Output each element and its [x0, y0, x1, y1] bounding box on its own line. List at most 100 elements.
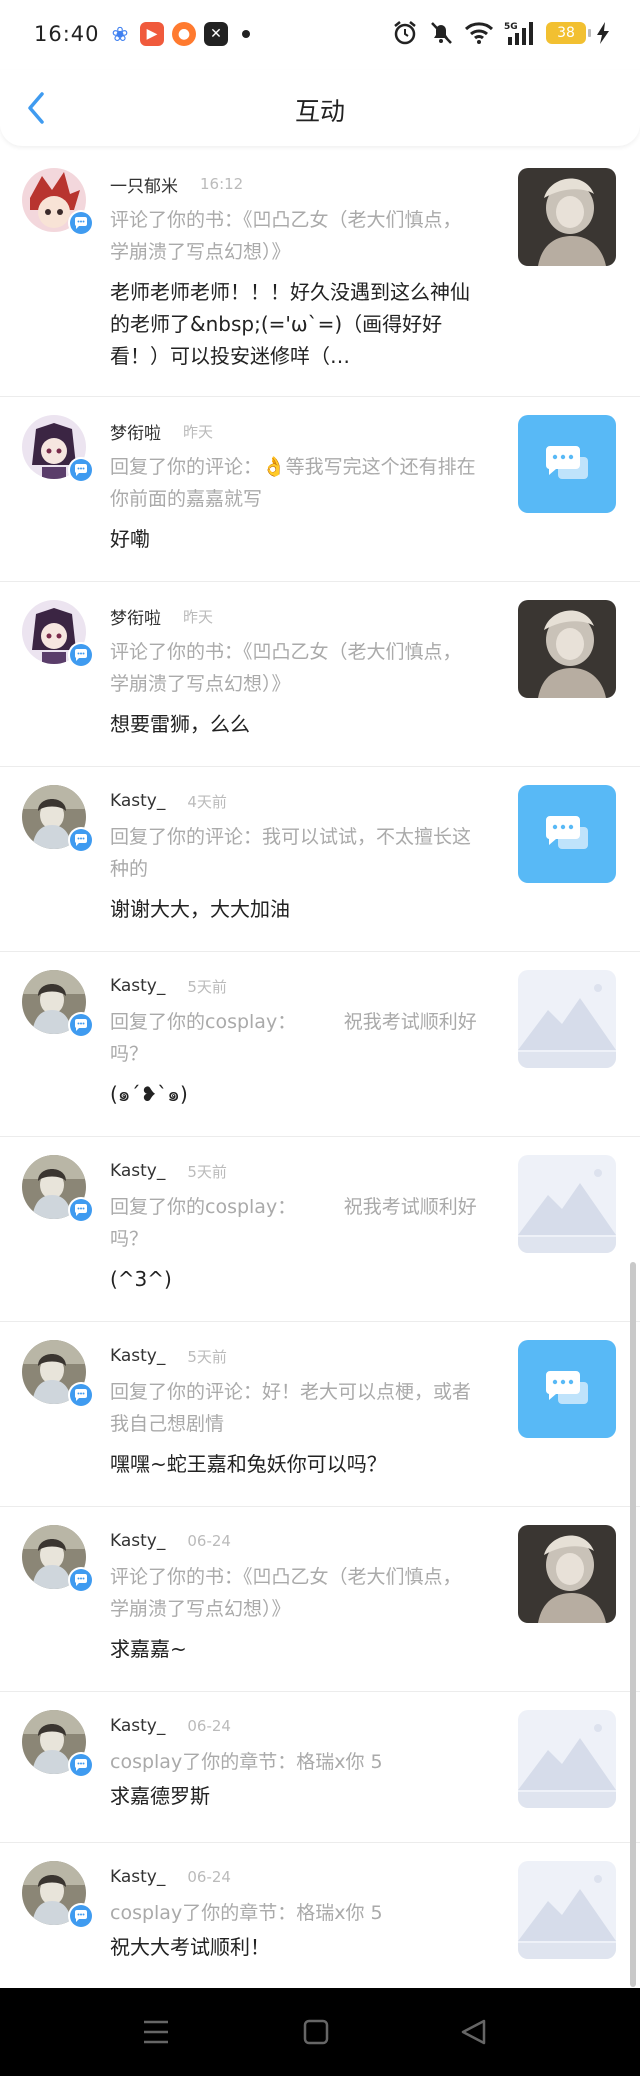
list-item[interactable]: Kasty_ 4天前 回复了你的评论：我可以试试，不太擅长这种的 谢谢大大，大大加… — [0, 767, 640, 952]
action-text: cosplay了你的章节：格瑞x你 5 — [110, 1751, 383, 1773]
status-time: 16:40 — [34, 22, 100, 46]
image-placeholder-thumbnail[interactable] — [518, 1155, 616, 1253]
mountain-placeholder-icon — [518, 970, 616, 1068]
item-content: Kasty_ 4天前 回复了你的评论：我可以试试，不太擅长这种的 谢谢大大，大大加… — [110, 787, 480, 925]
alarm-icon — [394, 21, 416, 45]
user-name[interactable]: 一只郁米 — [110, 172, 178, 197]
item-content: Kasty_ 5天前 回复了你的评论：好！老大可以点梗，或者我自己想剧情 嘿嘿~蛇… — [110, 1342, 480, 1480]
item-content: Kasty_ 06-24 cosplay了你的章节：格瑞x你 5 求嘉德罗斯 — [110, 1712, 480, 1812]
list-item[interactable]: Kasty_ 06-24 评论了你的书：《凹凸乙女（老大们慎点，学崩溃了写点幻想）… — [0, 1507, 640, 1692]
notification-icons: ❀ ▶ ● ✕ — [108, 22, 250, 46]
svg-text:5G: 5G — [504, 22, 518, 32]
image-placeholder-thumbnail[interactable] — [518, 1861, 616, 1959]
user-name[interactable]: Kasty_ — [110, 1716, 165, 1736]
action-text: 回复了你的评论：我可以试试，不太擅长这种的 — [110, 826, 472, 880]
wifi-icon — [464, 22, 494, 44]
chat-bubble-icon — [74, 834, 87, 846]
chat-bubble-icon — [74, 1019, 87, 1031]
book-cover-thumbnail[interactable] — [518, 1525, 616, 1623]
interaction-list: 一只郁米 16:12 评论了你的书：《凹凸乙女（老大们慎点，学崩溃了写点幻想）》 … — [0, 150, 640, 1993]
mountain-placeholder-icon — [518, 1861, 616, 1959]
item-time: 5天前 — [187, 1162, 227, 1181]
message-text: 谢谢大大，大大加油 — [110, 897, 290, 921]
comment-badge — [68, 642, 94, 668]
comment-badge — [68, 210, 94, 236]
action-text: 评论了你的书：《凹凸乙女（老大们慎点，学崩溃了写点幻想）》 — [110, 209, 462, 263]
action-text: 回复了你的cosplay： 祝我考试顺利好吗？ — [110, 1196, 477, 1250]
user-name[interactable]: Kasty_ — [110, 791, 165, 811]
item-content: Kasty_ 5天前 回复了你的cosplay： 祝我考试顺利好吗？ (๑ˊ❥ˋ๑… — [110, 972, 480, 1110]
message-text: (^3^) — [110, 1267, 172, 1291]
message-text: 老师老师老师！！！好久没遇到这么神仙的老师了&nbsp;(='ω`=)（画得好好… — [110, 280, 470, 368]
action-text: 评论了你的书：《凹凸乙女（老大们慎点，学崩溃了写点幻想）》 — [110, 641, 462, 695]
chat-bubble-icon — [74, 1204, 87, 1216]
list-item[interactable]: 梦衔啦 昨天 回复了你的评论：👌等我写完这个还有排在你前面的嘉嘉就写 好嘞 — [0, 397, 640, 582]
user-name[interactable]: Kasty_ — [110, 976, 165, 996]
charging-icon — [597, 22, 609, 44]
chat-bubble-icon — [74, 1910, 87, 1922]
list-item[interactable]: Kasty_ 06-24 cosplay了你的章节：格瑞x你 5 祝大大考试顺利！ — [0, 1843, 640, 1993]
book-cover-thumbnail[interactable] — [518, 168, 616, 266]
user-name[interactable]: Kasty_ — [110, 1161, 165, 1181]
action-text: 回复了你的评论：👌等我写完这个还有排在你前面的嘉嘉就写 — [110, 456, 476, 510]
mountain-placeholder-icon — [518, 1155, 616, 1253]
user-name[interactable]: Kasty_ — [110, 1867, 165, 1887]
action-text: 回复了你的评论：好！老大可以点梗，或者我自己想剧情 — [110, 1381, 472, 1435]
message-text: 求嘉德罗斯 — [110, 1784, 210, 1808]
comment-badge — [68, 827, 94, 853]
user-name[interactable]: Kasty_ — [110, 1531, 165, 1551]
item-time: 昨天 — [183, 607, 214, 626]
item-time: 06-24 — [187, 1717, 231, 1735]
item-time: 16:12 — [200, 175, 244, 193]
comment-badge — [68, 1567, 94, 1593]
item-content: Kasty_ 5天前 回复了你的cosplay： 祝我考试顺利好吗？ (^3^) — [110, 1157, 480, 1295]
item-time: 06-24 — [187, 1532, 231, 1550]
comment-thumbnail[interactable] — [518, 785, 616, 883]
chat-bubble-icon — [74, 1389, 87, 1401]
message-text: 想要雷狮，么么 — [110, 712, 250, 736]
action-text: cosplay了你的章节：格瑞x你 5 — [110, 1902, 383, 1924]
pumpkin-app-icon: ● — [172, 22, 196, 46]
list-item[interactable]: 一只郁米 16:12 评论了你的书：《凹凸乙女（老大们慎点，学崩溃了写点幻想）》 … — [0, 150, 640, 397]
battery-indicator: 38 — [546, 22, 591, 44]
user-name[interactable]: 梦衔啦 — [110, 604, 161, 629]
item-time: 昨天 — [183, 422, 214, 441]
list-item[interactable]: Kasty_ 06-24 cosplay了你的章节：格瑞x你 5 求嘉德罗斯 — [0, 1692, 640, 1843]
item-content: Kasty_ 06-24 评论了你的书：《凹凸乙女（老大们慎点，学崩溃了写点幻想）… — [110, 1527, 480, 1665]
home-square-icon[interactable] — [296, 2012, 336, 2052]
capcut-icon: ✕ — [204, 22, 228, 46]
page-title: 互动 — [294, 97, 345, 126]
chat-bubbles-icon — [545, 1371, 588, 1404]
list-item[interactable]: Kasty_ 5天前 回复了你的cosplay： 祝我考试顺利好吗？ (๑ˊ❥ˋ๑… — [0, 952, 640, 1137]
more-notifications-dot — [242, 30, 250, 38]
item-time: 4天前 — [187, 792, 227, 811]
back-triangle-icon[interactable] — [454, 2012, 494, 2052]
image-placeholder-thumbnail[interactable] — [518, 970, 616, 1068]
comment-badge — [68, 457, 94, 483]
list-item[interactable]: 梦衔啦 昨天 评论了你的书：《凹凸乙女（老大们慎点，学崩溃了写点幻想）》 想要雷狮… — [0, 582, 640, 767]
message-text: 嘿嘿~蛇王嘉和兔妖你可以吗？ — [110, 1452, 387, 1476]
menu-lines-icon[interactable] — [136, 2012, 176, 2052]
chat-bubble-icon — [74, 217, 87, 229]
scrollbar[interactable] — [630, 1262, 636, 1987]
message-text: 好嘞 — [110, 527, 150, 551]
message-text: 祝大大考试顺利！ — [110, 1935, 270, 1959]
list-item[interactable]: Kasty_ 5天前 回复了你的cosplay： 祝我考试顺利好吗？ (^3^) — [0, 1137, 640, 1322]
mute-bell-icon — [431, 22, 452, 44]
item-content: 一只郁米 16:12 评论了你的书：《凹凸乙女（老大们慎点，学崩溃了写点幻想）》 … — [110, 170, 480, 372]
video-app-icon: ▶ — [140, 22, 164, 46]
message-text: (๑ˊ❥ˋ๑) — [110, 1082, 188, 1106]
comment-badge — [68, 1903, 94, 1929]
signal-5g-icon: 5G — [504, 22, 533, 45]
image-placeholder-thumbnail[interactable] — [518, 1710, 616, 1808]
action-text: 评论了你的书：《凹凸乙女（老大们慎点，学崩溃了写点幻想）》 — [110, 1566, 462, 1620]
comment-thumbnail[interactable] — [518, 415, 616, 513]
comment-thumbnail[interactable] — [518, 1340, 616, 1438]
item-content: Kasty_ 06-24 cosplay了你的章节：格瑞x你 5 祝大大考试顺利！ — [110, 1863, 480, 1963]
list-item[interactable]: Kasty_ 5天前 回复了你的评论：好！老大可以点梗，或者我自己想剧情 嘿嘿~蛇… — [0, 1322, 640, 1507]
user-name[interactable]: 梦衔啦 — [110, 419, 161, 444]
comment-badge — [68, 1382, 94, 1408]
chat-bubble-icon — [74, 1759, 87, 1771]
book-cover-thumbnail[interactable] — [518, 600, 616, 698]
user-name[interactable]: Kasty_ — [110, 1346, 165, 1366]
